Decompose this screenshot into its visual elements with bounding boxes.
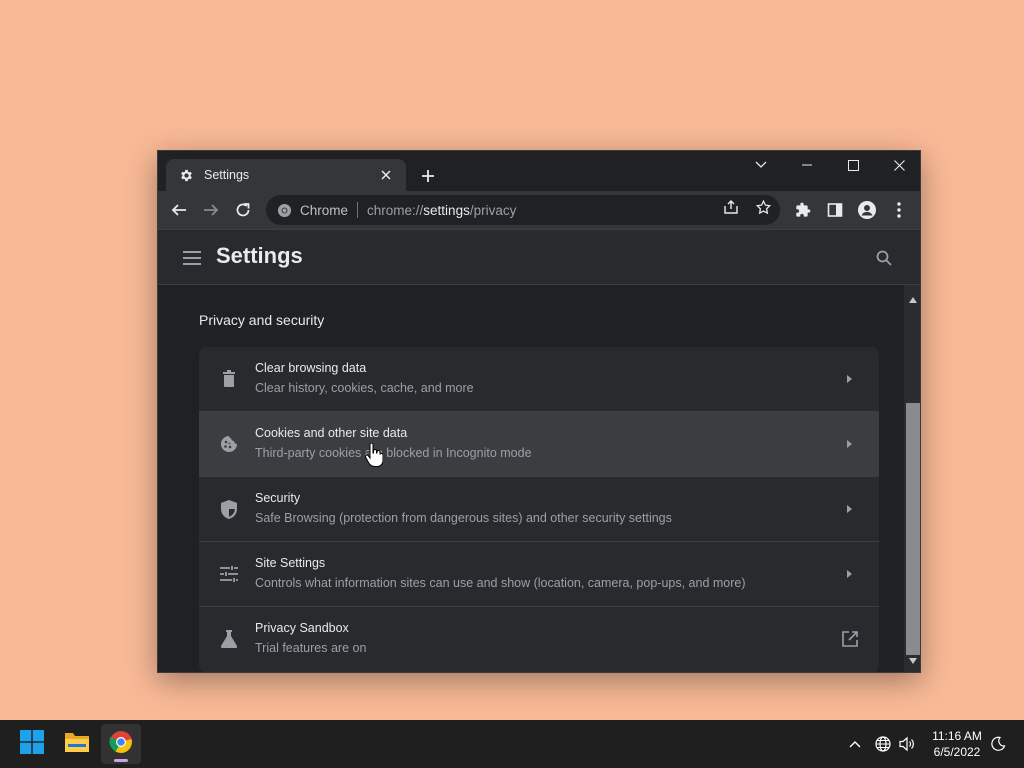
- tab-strip: Settings: [158, 151, 920, 191]
- chrome-window: Settings Chrome chrome://settings/privac…: [157, 150, 921, 673]
- row-sublabel: Trial features are on: [255, 641, 367, 655]
- tab-settings[interactable]: Settings: [166, 159, 406, 191]
- sliders-icon: [219, 564, 239, 584]
- taskbar: 11:16 AM 6/5/2022: [0, 720, 1024, 768]
- chrome-icon: [276, 202, 292, 218]
- chevron-right-icon: [843, 503, 855, 515]
- settings-header: Settings: [158, 229, 920, 285]
- row-sublabel: Safe Browsing (protection from dangerous…: [255, 511, 672, 525]
- chevron-up-icon[interactable]: [845, 734, 865, 754]
- row-label: Cookies and other site data: [255, 426, 408, 440]
- shield-icon: [219, 499, 239, 519]
- gear-icon: [178, 167, 194, 183]
- vertical-scrollbar[interactable]: [904, 285, 920, 672]
- privacy-sandbox-row[interactable]: Privacy Sandbox Trial features are on: [199, 606, 879, 671]
- security-row[interactable]: Security Safe Browsing (protection from …: [199, 476, 879, 541]
- row-sublabel: Controls what information sites can use …: [255, 576, 746, 590]
- bookmark-star-icon[interactable]: [753, 197, 773, 217]
- active-app-indicator: [114, 759, 128, 762]
- system-clock[interactable]: 11:16 AM 6/5/2022: [922, 728, 992, 760]
- close-window-button[interactable]: [876, 151, 920, 179]
- profile-avatar-icon[interactable]: [853, 196, 881, 224]
- row-sublabel: Clear history, cookies, cache, and more: [255, 381, 474, 395]
- reload-button[interactable]: [229, 196, 257, 224]
- cookie-icon: [219, 434, 239, 454]
- row-sublabel: Third-party cookies are blocked in Incog…: [255, 446, 532, 460]
- chevron-right-icon: [843, 568, 855, 580]
- tab-title: Settings: [204, 168, 250, 182]
- close-tab-icon[interactable]: [376, 165, 396, 185]
- settings-content: Privacy and security Clear browsing data…: [158, 285, 904, 672]
- section-title: Privacy and security: [199, 312, 325, 328]
- row-label: Site Settings: [255, 556, 326, 570]
- external-link-icon: [841, 630, 859, 648]
- volume-icon[interactable]: [897, 734, 917, 754]
- scroll-down-arrow-icon[interactable]: [909, 651, 917, 669]
- privacy-card: Clear browsing data Clear history, cooki…: [199, 347, 879, 672]
- cookies-row[interactable]: Cookies and other site data Third-party …: [199, 411, 879, 476]
- row-label: Clear browsing data: [255, 361, 367, 375]
- chrome-taskbar-button[interactable]: [101, 724, 141, 764]
- url-host: settings: [423, 202, 470, 218]
- more-menu-icon[interactable]: [885, 196, 913, 224]
- browser-toolbar: Chrome chrome://settings/privacy: [158, 191, 920, 229]
- url-text[interactable]: chrome://settings/privacy: [367, 203, 780, 218]
- search-icon[interactable]: [870, 244, 898, 272]
- forward-button[interactable]: [197, 196, 225, 224]
- flask-icon: [219, 629, 239, 649]
- extensions-puzzle-icon[interactable]: [789, 196, 817, 224]
- file-explorer-button[interactable]: [57, 724, 97, 764]
- back-button[interactable]: [165, 196, 193, 224]
- share-icon[interactable]: [721, 197, 741, 217]
- url-scheme: chrome://: [367, 202, 424, 218]
- tab-search-button[interactable]: [738, 151, 784, 179]
- omnibox-separator: [357, 202, 359, 218]
- site-chip-label: Chrome: [300, 202, 349, 218]
- site-settings-row[interactable]: Site Settings Controls what information …: [199, 541, 879, 606]
- row-label: Security: [255, 491, 301, 505]
- chevron-right-icon: [843, 373, 855, 385]
- new-tab-button[interactable]: [416, 164, 440, 188]
- clock-time: 11:16 AM: [932, 729, 982, 743]
- start-button[interactable]: [12, 724, 52, 764]
- moon-focus-icon[interactable]: [988, 734, 1008, 754]
- windows-logo-icon: [20, 729, 44, 759]
- globe-network-icon[interactable]: [873, 734, 893, 754]
- chrome-icon: [109, 730, 133, 759]
- minimize-button[interactable]: [784, 151, 830, 179]
- trash-icon: [219, 369, 239, 389]
- chevron-right-icon: [843, 438, 855, 450]
- url-path: /privacy: [469, 202, 517, 218]
- clock-date: 6/5/2022: [933, 745, 981, 759]
- side-panel-icon[interactable]: [821, 196, 849, 224]
- folder-icon: [64, 731, 90, 758]
- maximize-button[interactable]: [830, 151, 876, 179]
- scroll-up-arrow-icon[interactable]: [909, 290, 917, 308]
- scrollbar-thumb[interactable]: [906, 403, 920, 655]
- address-bar[interactable]: Chrome chrome://settings/privacy: [266, 195, 780, 225]
- clear-browsing-data-row[interactable]: Clear browsing data Clear history, cooki…: [199, 347, 879, 412]
- row-label: Privacy Sandbox: [255, 621, 349, 635]
- hamburger-menu-icon[interactable]: [178, 244, 206, 272]
- page-title: Settings: [216, 243, 303, 268]
